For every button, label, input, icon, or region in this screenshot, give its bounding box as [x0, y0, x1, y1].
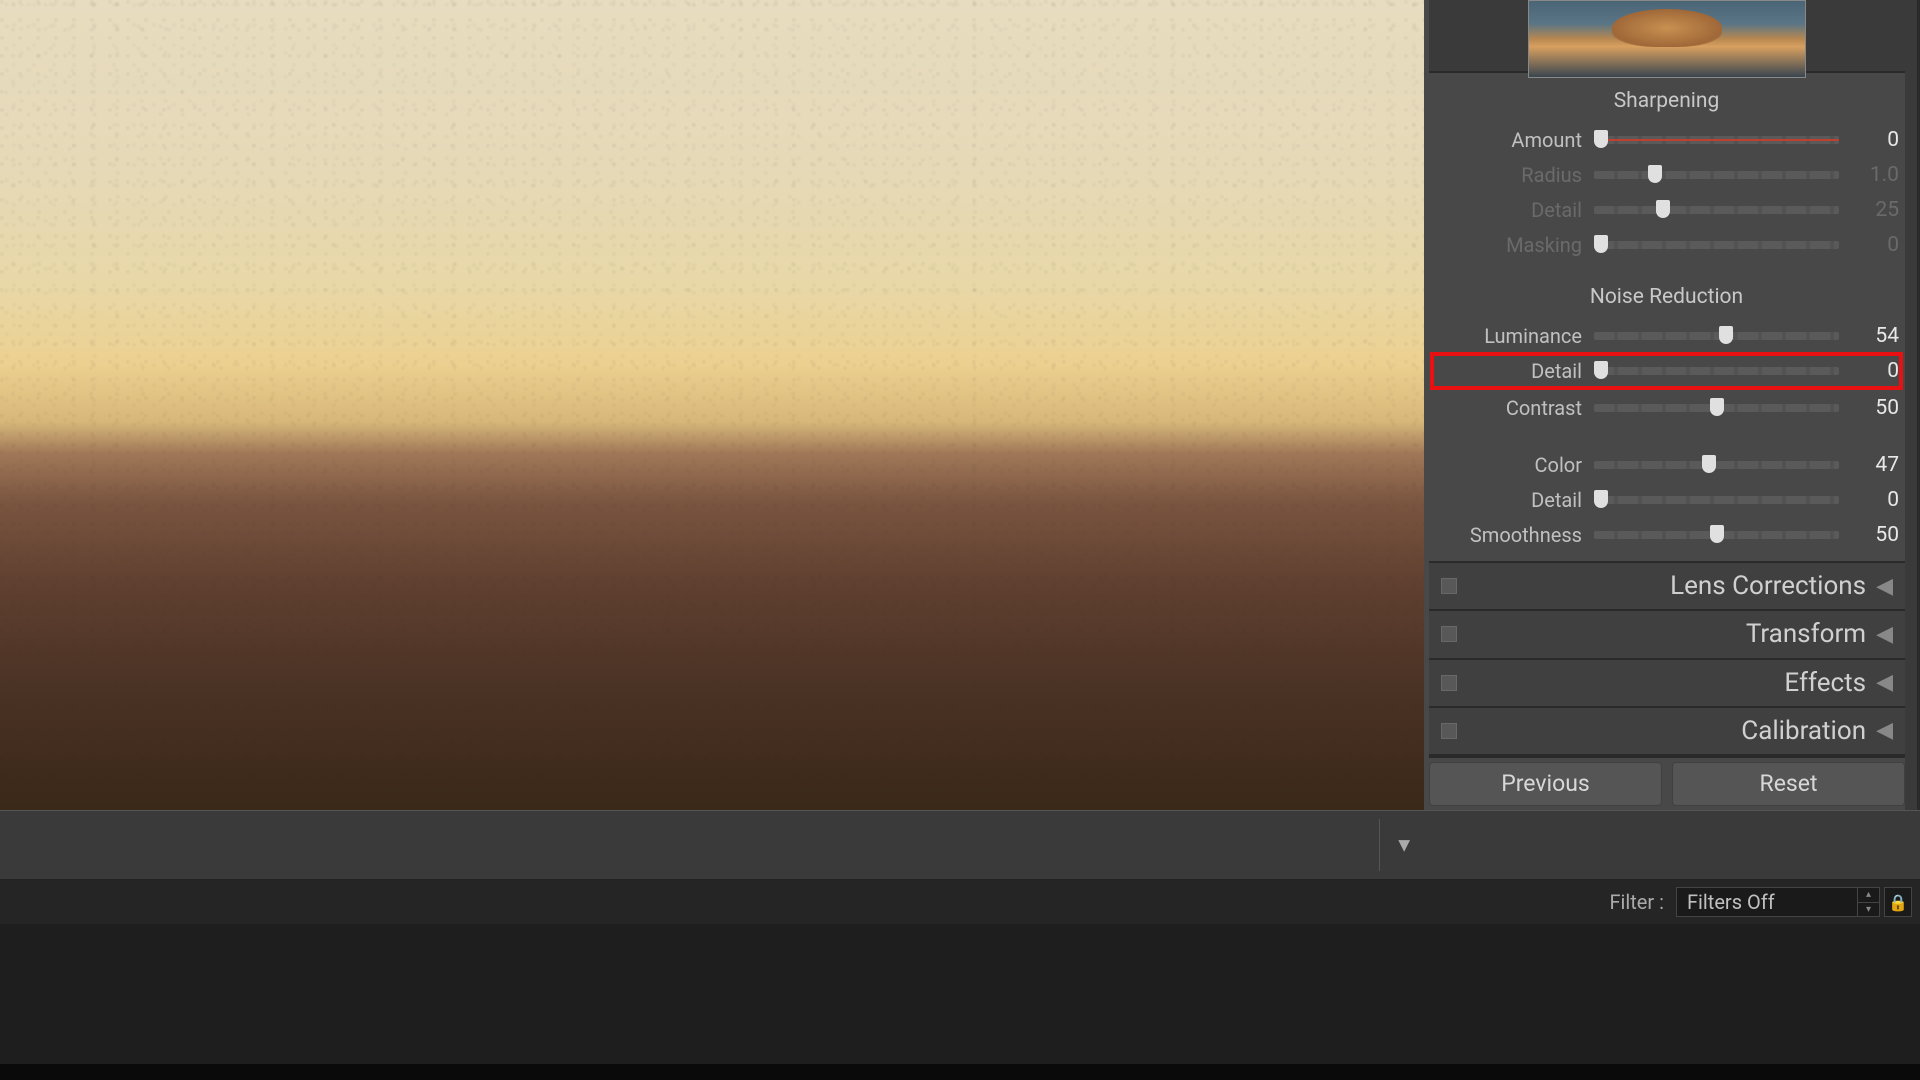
filter-bar: Filter : Filters Off ▴ ▾ 🔒 [0, 880, 1920, 924]
toolbar-separator [1379, 819, 1380, 871]
luminance-value[interactable]: 54 [1839, 324, 1899, 348]
sharpening-radius-slider[interactable] [1594, 171, 1839, 179]
sharpening-detail-row: Detail 25 [1434, 193, 1899, 227]
luminance-contrast-row: Contrast 50 [1434, 391, 1899, 425]
image-toolbar: ▼ [0, 810, 1424, 880]
lens-corrections-panel[interactable]: Lens Corrections ◀ [1429, 561, 1905, 609]
luminance-detail-slider[interactable] [1594, 367, 1839, 375]
color-label: Color [1434, 453, 1594, 477]
luminance-detail-label: Detail [1434, 359, 1594, 383]
color-value[interactable]: 47 [1839, 453, 1899, 477]
right-bottom-bar [1424, 810, 1920, 880]
sharpening-radius-label: Radius [1434, 163, 1594, 187]
chevron-left-icon: ◀ [1876, 718, 1893, 743]
filter-lock-icon[interactable]: 🔒 [1884, 887, 1912, 917]
smoothness-label: Smoothness [1434, 523, 1594, 547]
luminance-detail-row: Detail 0 [1430, 352, 1903, 390]
color-detail-slider[interactable] [1594, 496, 1839, 504]
sharpening-radius-row: Radius 1.0 [1434, 158, 1899, 192]
chevron-left-icon: ◀ [1876, 574, 1893, 599]
sharpening-amount-row: Amount 0 [1434, 123, 1899, 157]
color-detail-row: Detail 0 [1434, 483, 1899, 517]
transform-label: Transform [1457, 619, 1876, 649]
effects-toggle-icon[interactable] [1441, 675, 1457, 691]
sharpening-amount-slider[interactable] [1594, 136, 1839, 144]
chevron-left-icon: ◀ [1876, 622, 1893, 647]
luminance-slider[interactable] [1594, 332, 1839, 340]
sharpening-masking-slider[interactable] [1594, 241, 1839, 249]
lens-corrections-label: Lens Corrections [1457, 571, 1876, 601]
luminance-contrast-label: Contrast [1434, 396, 1594, 420]
filmstrip[interactable] [0, 924, 1920, 1064]
sharpening-masking-value[interactable]: 0 [1839, 233, 1899, 257]
sharpening-masking-label: Masking [1434, 233, 1594, 257]
previous-button[interactable]: Previous [1429, 762, 1662, 806]
effects-panel[interactable]: Effects ◀ [1429, 658, 1905, 706]
calibration-toggle-icon[interactable] [1441, 723, 1457, 739]
toolbar-dropdown-toggle[interactable]: ▼ [1394, 833, 1414, 858]
filter-label: Filter : [1609, 890, 1664, 914]
filter-value: Filters Off [1687, 890, 1775, 914]
develop-panel: Sharpening Amount 0 Radius 1.0 Detail 25 [1424, 0, 1920, 810]
transform-panel[interactable]: Transform ◀ [1429, 609, 1905, 657]
chevron-down-icon[interactable]: ▾ [1858, 903, 1879, 917]
calibration-panel[interactable]: Calibration ◀ [1429, 706, 1905, 754]
luminance-row: Luminance 54 [1434, 319, 1899, 353]
calibration-label: Calibration [1457, 716, 1876, 746]
color-detail-value[interactable]: 0 [1839, 488, 1899, 512]
image-noise-texture [0, 0, 1424, 810]
bottom-band [0, 1064, 1920, 1080]
color-row: Color 47 [1434, 448, 1899, 482]
sharpening-radius-value[interactable]: 1.0 [1839, 163, 1899, 187]
sharpening-masking-row: Masking 0 [1434, 228, 1899, 262]
lens-corrections-toggle-icon[interactable] [1441, 578, 1457, 594]
detail-preview-thumbnail[interactable] [1528, 0, 1806, 78]
reset-button[interactable]: Reset [1672, 762, 1905, 806]
sharpening-detail-label: Detail [1434, 198, 1594, 222]
detail-preview-area [1429, 0, 1905, 73]
color-slider[interactable] [1594, 461, 1839, 469]
sharpening-amount-label: Amount [1434, 128, 1594, 152]
detail-controls: Sharpening Amount 0 Radius 1.0 Detail 25 [1424, 73, 1917, 561]
luminance-contrast-slider[interactable] [1594, 404, 1839, 412]
luminance-detail-value[interactable]: 0 [1839, 359, 1899, 383]
main-image-preview[interactable] [0, 0, 1424, 810]
sharpening-detail-value[interactable]: 25 [1839, 198, 1899, 222]
color-detail-label: Detail [1434, 488, 1594, 512]
effects-label: Effects [1457, 668, 1876, 698]
luminance-contrast-value[interactable]: 50 [1839, 396, 1899, 420]
smoothness-value[interactable]: 50 [1839, 523, 1899, 547]
noise-reduction-title: Noise Reduction [1434, 285, 1899, 309]
chevron-up-icon[interactable]: ▴ [1858, 888, 1879, 903]
sharpening-title: Sharpening [1434, 89, 1899, 113]
transform-toggle-icon[interactable] [1441, 626, 1457, 642]
sharpening-amount-value[interactable]: 0 [1839, 128, 1899, 152]
smoothness-slider[interactable] [1594, 531, 1839, 539]
chevron-left-icon: ◀ [1876, 670, 1893, 695]
filter-stepper[interactable]: ▴ ▾ [1857, 888, 1879, 916]
luminance-label: Luminance [1434, 324, 1594, 348]
action-buttons-row: Previous Reset [1429, 762, 1905, 806]
sharpening-detail-slider[interactable] [1594, 206, 1839, 214]
smoothness-row: Smoothness 50 [1434, 518, 1899, 552]
filter-dropdown[interactable]: Filters Off ▴ ▾ [1676, 887, 1880, 917]
preview-image-content [1612, 9, 1722, 47]
panel-scrollbar[interactable] [1905, 0, 1917, 810]
